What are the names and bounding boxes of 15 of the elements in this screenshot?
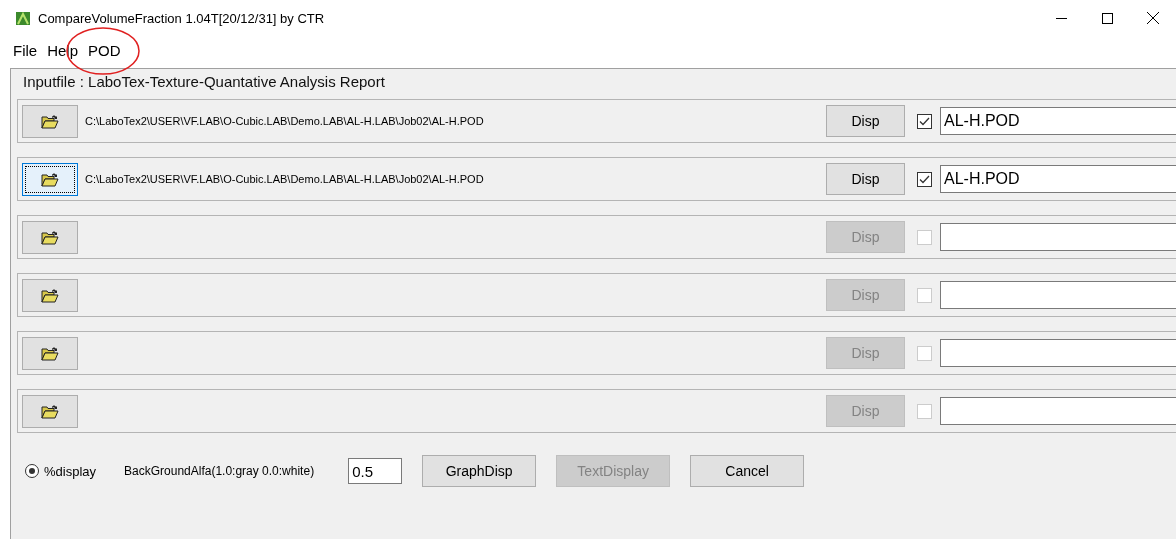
file-path: C:\LaboTex2\USER\VF.LAB\O-Cubic.LAB\Demo.LAB\AL-H.LAB\Job02\AL-H.POD [85, 115, 484, 127]
menu-item[interactable]: POD [87, 42, 122, 59]
alpha-label: BackGroundAlfa(1.0:gray 0.0:white) [124, 464, 315, 478]
window-title: CompareVolumeFraction 1.04T[20/12/31] by CTR [38, 10, 325, 26]
alpha-field[interactable]: 0.5 [348, 458, 403, 484]
name-field[interactable]: AL-H.POD [940, 107, 1176, 135]
menu-item[interactable]: File [12, 42, 39, 59]
disp-button[interactable]: Disp [826, 163, 905, 195]
action-button[interactable]: Cancel [690, 455, 805, 487]
action-button[interactable]: GraphDisp [422, 455, 537, 487]
file-path: C:\LaboTex2\USER\VF.LAB\O-Cubic.LAB\Demo.LAB\AL-H.LAB\Job02\AL-H.POD [85, 173, 484, 185]
disp-button[interactable]: Disp [826, 105, 905, 137]
panel-title: Inputfile : LaboTex-Texture-Quantative Analysis Report [22, 72, 386, 92]
name-field[interactable]: AL-H.POD [940, 165, 1176, 193]
radio-label: %display [44, 463, 97, 479]
